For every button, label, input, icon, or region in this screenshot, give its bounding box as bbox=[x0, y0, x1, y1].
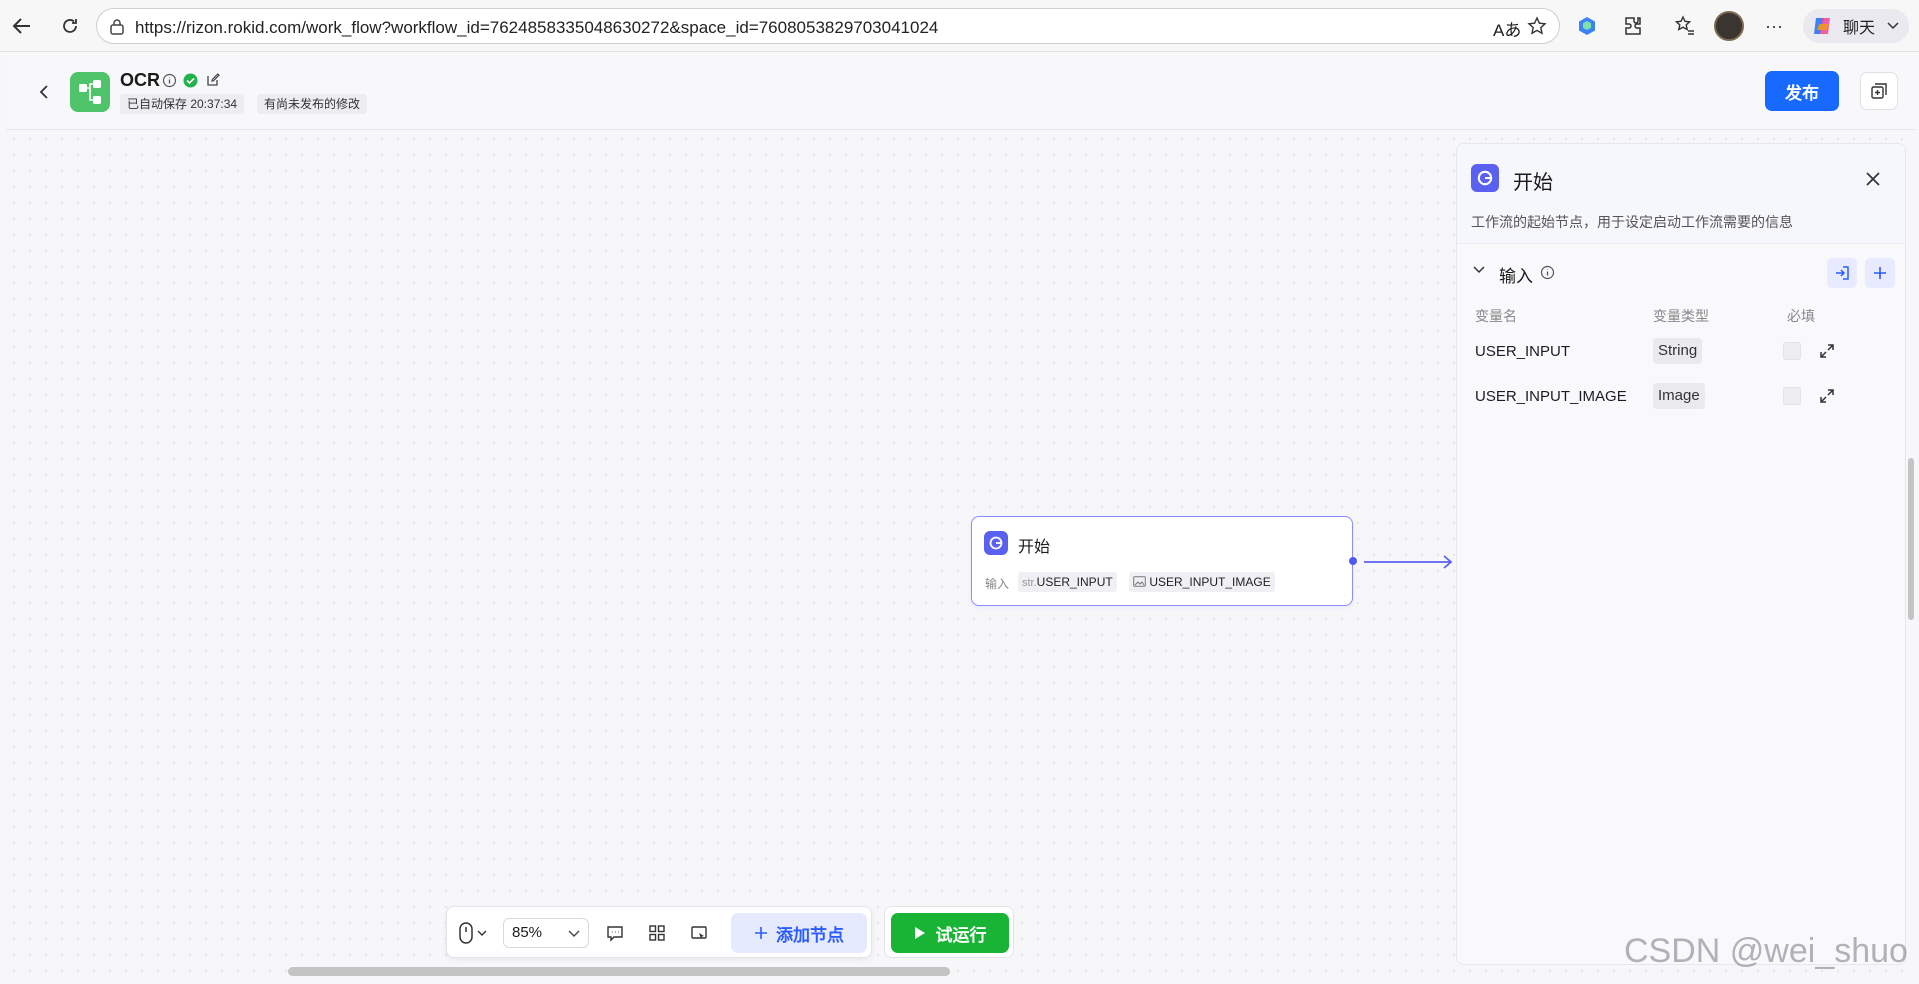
node-config-panel: 开始 工作流的起始节点，用于设定启动工作流需要的信息 输入 变量名 变量类型 必… bbox=[1456, 143, 1906, 965]
play-icon bbox=[914, 927, 925, 939]
workflow-logo bbox=[70, 72, 110, 112]
connection-arrow bbox=[1364, 555, 1453, 569]
canvas-toolbar: 85% 添加节点 bbox=[446, 906, 872, 958]
address-bar[interactable]: https://rizon.rokid.com/work_flow?workfl… bbox=[96, 8, 1560, 44]
variable-type[interactable]: String bbox=[1653, 338, 1703, 364]
start-node-icon bbox=[1471, 164, 1499, 192]
start-node-icon bbox=[984, 531, 1008, 555]
vertical-scrollbar[interactable] bbox=[1908, 458, 1914, 620]
add-node-label: 添加节点 bbox=[776, 925, 844, 945]
minimap-icon[interactable] bbox=[687, 921, 711, 945]
expand-icon[interactable] bbox=[1819, 388, 1835, 404]
edit-icon[interactable] bbox=[206, 72, 221, 87]
lock-icon[interactable] bbox=[109, 18, 125, 36]
panel-description: 工作流的起始节点，用于设定启动工作流需要的信息 bbox=[1471, 214, 1793, 230]
star-icon[interactable] bbox=[1527, 16, 1547, 36]
mouse-icon[interactable] bbox=[459, 922, 473, 944]
node-output-port[interactable] bbox=[1349, 557, 1357, 565]
browser-toolbar: https://rizon.rokid.com/work_flow?workfl… bbox=[0, 0, 1919, 52]
node-title: 开始 bbox=[1018, 539, 1051, 556]
avatar[interactable] bbox=[1714, 11, 1744, 41]
import-icon bbox=[1836, 266, 1849, 280]
back-arrow-icon[interactable] bbox=[8, 12, 36, 40]
add-node-button[interactable]: 添加节点 bbox=[731, 913, 867, 953]
required-checkbox[interactable] bbox=[1783, 387, 1801, 405]
publish-button[interactable]: 发布 bbox=[1765, 71, 1839, 111]
workflow-title: OCR bbox=[120, 70, 160, 90]
image-icon bbox=[1133, 576, 1146, 587]
column-header: 变量名 bbox=[1475, 308, 1517, 324]
copy-button[interactable] bbox=[1860, 72, 1898, 110]
info-icon[interactable] bbox=[162, 73, 177, 88]
node-input-chip: USER_INPUT_IMAGE bbox=[1129, 572, 1275, 592]
close-icon[interactable] bbox=[1865, 171, 1881, 187]
plus-icon bbox=[1874, 267, 1886, 279]
test-run-button[interactable]: 试运行 bbox=[891, 913, 1009, 953]
watermark: CSDN @wei_shuo bbox=[1624, 932, 1908, 970]
layout-grid-icon[interactable] bbox=[645, 921, 669, 945]
section-title: 输入 bbox=[1499, 267, 1533, 286]
chat-button[interactable]: 聊天 bbox=[1803, 9, 1909, 43]
copy-icon bbox=[1871, 83, 1887, 99]
chat-label: 聊天 bbox=[1843, 20, 1876, 37]
chevron-down-icon[interactable] bbox=[1473, 266, 1485, 274]
start-node[interactable]: 开始 输入 str.USER_INPUT USER_INPUT_IMAGE bbox=[971, 516, 1357, 606]
unpublished-tag: 有尚未发布的修改 bbox=[257, 94, 368, 114]
import-button[interactable] bbox=[1827, 258, 1857, 288]
chevron-down-icon[interactable] bbox=[477, 930, 487, 937]
url-text: https://rizon.rokid.com/work_flow?workfl… bbox=[135, 18, 939, 37]
variable-name: USER_INPUT_IMAGE bbox=[1475, 388, 1627, 405]
translate-icon[interactable]: Aあ bbox=[1493, 16, 1521, 41]
panel-title: 开始 bbox=[1513, 172, 1553, 194]
variable-type[interactable]: Image bbox=[1653, 383, 1705, 409]
test-run-label: 试运行 bbox=[935, 925, 987, 945]
column-header: 必填 bbox=[1787, 308, 1815, 324]
extension-badge-icon[interactable] bbox=[1573, 12, 1601, 40]
comment-icon[interactable] bbox=[603, 921, 627, 945]
autosave-tag: 已自动保存 20:37:34 bbox=[120, 94, 245, 114]
chevron-down-icon bbox=[1887, 22, 1899, 30]
panel-header: 开始 工作流的起始节点，用于设定启动工作流需要的信息 bbox=[1457, 144, 1905, 244]
copilot-icon bbox=[1814, 18, 1830, 34]
node-input-chip: str.USER_INPUT bbox=[1018, 572, 1117, 592]
refresh-icon[interactable] bbox=[56, 12, 84, 40]
horizontal-scrollbar[interactable] bbox=[288, 967, 950, 976]
info-icon[interactable] bbox=[1540, 265, 1555, 280]
back-chevron-icon[interactable] bbox=[38, 84, 50, 100]
variable-name: USER_INPUT bbox=[1475, 343, 1571, 360]
more-icon[interactable]: ··· bbox=[1760, 12, 1788, 40]
add-variable-button[interactable] bbox=[1865, 258, 1895, 288]
check-circle-icon bbox=[183, 73, 198, 88]
expand-icon[interactable] bbox=[1819, 343, 1835, 359]
favorites-icon[interactable] bbox=[1671, 12, 1699, 40]
workflow-header: OCR 已自动保存 20:37:34 有尚未发布的修改 发布 bbox=[6, 52, 1916, 130]
extension-icon[interactable] bbox=[1619, 12, 1647, 40]
run-container: 试运行 bbox=[884, 906, 1014, 958]
required-checkbox[interactable] bbox=[1783, 342, 1801, 360]
zoom-select[interactable]: 85% bbox=[503, 918, 589, 948]
chevron-down-icon bbox=[568, 930, 580, 937]
column-header: 变量类型 bbox=[1653, 308, 1709, 324]
plus-icon bbox=[755, 927, 767, 939]
node-input-label: 输入 bbox=[985, 577, 1010, 591]
zoom-value: 85% bbox=[512, 924, 543, 941]
